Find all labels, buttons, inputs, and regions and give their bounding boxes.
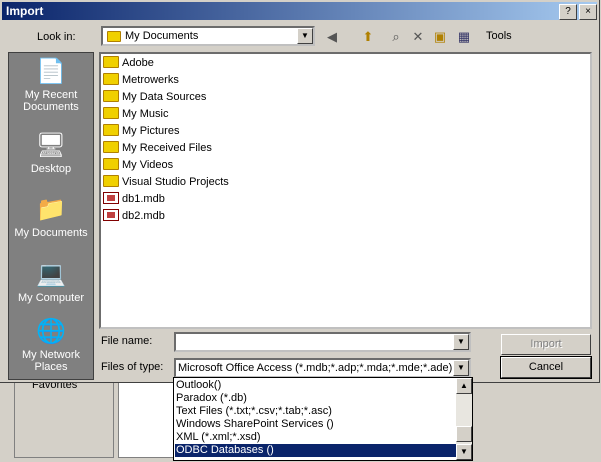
file-item[interactable]: My Pictures [103,123,179,140]
look-in-combo[interactable]: My Documents ▼ [101,26,315,46]
up-folder-icon[interactable]: ⬆ [358,27,378,47]
scroll-thumb[interactable] [456,426,472,442]
file-name-label: File name: [101,335,153,347]
chevron-down-icon[interactable]: ▼ [453,360,469,376]
views-icon[interactable]: ▦ [454,27,474,47]
file-list[interactable]: Adobe Metrowerks My Data Sources My Musi… [99,52,592,329]
title-bar: Import ? × [2,2,597,20]
music-folder-icon [103,107,119,119]
type-option-selected[interactable]: ODBC Databases () [175,444,456,457]
pictures-folder-icon [103,124,119,136]
look-in-value: My Documents [125,30,199,42]
place-my-documents[interactable]: 📁 My Documents [9,193,93,257]
network-places-icon: 🌐 [36,318,66,345]
file-item[interactable]: My Data Sources [103,89,206,106]
cancel-button[interactable]: Cancel [500,356,592,379]
places-bar: 📄 My Recent Documents 🖥 Desktop 📁 My Doc… [8,52,94,380]
access-database-icon [103,192,119,204]
access-database-icon [103,209,119,221]
videos-folder-icon [103,158,119,170]
file-item[interactable]: Visual Studio Projects [103,174,229,191]
file-item[interactable]: Adobe [103,55,154,72]
files-of-type-combo[interactable]: Microsoft Office Access (*.mdb;*.adp;*.m… [174,358,471,378]
data-sources-folder-icon [103,90,119,102]
recent-documents-icon: 📄 [36,58,66,85]
file-item[interactable]: Metrowerks [103,72,179,89]
file-item[interactable]: db2.mdb [103,208,165,225]
type-option[interactable]: XML (*.xml;*.xsd) [176,431,261,444]
place-my-computer[interactable]: 💻 My Computer [9,258,93,322]
import-dialog: Import ? × Look in: My Documents ▼ ◀ ⬆ ⌕… [0,0,600,383]
help-button[interactable]: ? [559,4,577,20]
new-folder-icon[interactable]: ▣ [430,27,450,47]
type-option[interactable]: Text Files (*.txt;*.csv;*.tab;*.asc) [176,405,332,418]
file-item[interactable]: My Music [103,106,168,123]
dialog-title: Import [6,4,44,18]
files-of-type-label: Files of type: [101,361,164,373]
close-button[interactable]: × [579,4,597,20]
tools-menu[interactable]: Tools [486,30,512,42]
look-in-label: Look in: [37,31,76,43]
file-name-input[interactable]: ▼ [174,332,471,352]
chevron-down-icon[interactable]: ▼ [453,334,469,350]
folder-icon [107,31,121,42]
import-button[interactable]: Import [501,334,591,355]
place-desktop[interactable]: 🖥 Desktop [9,129,93,193]
back-icon[interactable]: ◀ [322,27,342,47]
scroll-down-icon[interactable]: ▼ [456,444,472,460]
chevron-down-icon[interactable]: ▼ [297,28,313,44]
folder-icon [103,56,119,68]
place-network-places[interactable]: 🌐 My Network Places [9,315,93,379]
file-item[interactable]: My Received Files [103,140,212,157]
folder-icon [103,141,119,153]
type-option[interactable]: Paradox (*.db) [176,392,247,405]
type-option[interactable]: Outlook() [176,379,221,392]
desktop-icon: 🖥 [35,132,67,159]
my-computer-icon: 💻 [36,261,66,288]
folder-icon [103,175,119,187]
my-documents-icon: 📁 [36,196,66,223]
place-recent-documents[interactable]: 📄 My Recent Documents [9,55,93,119]
search-web-icon[interactable]: ⌕ [386,27,406,47]
folder-icon [103,73,119,85]
delete-icon[interactable]: ✕ [408,27,428,47]
file-item[interactable]: db1.mdb [103,191,165,208]
type-option[interactable]: Windows SharePoint Services () [176,418,334,431]
scroll-up-icon[interactable]: ▲ [456,378,472,394]
dropdown-scrollbar[interactable]: ▲ ▼ [456,378,472,460]
files-of-type-dropdown[interactable]: Outlook() Paradox (*.db) Text Files (*.t… [173,377,473,461]
file-item[interactable]: My Videos [103,157,173,174]
